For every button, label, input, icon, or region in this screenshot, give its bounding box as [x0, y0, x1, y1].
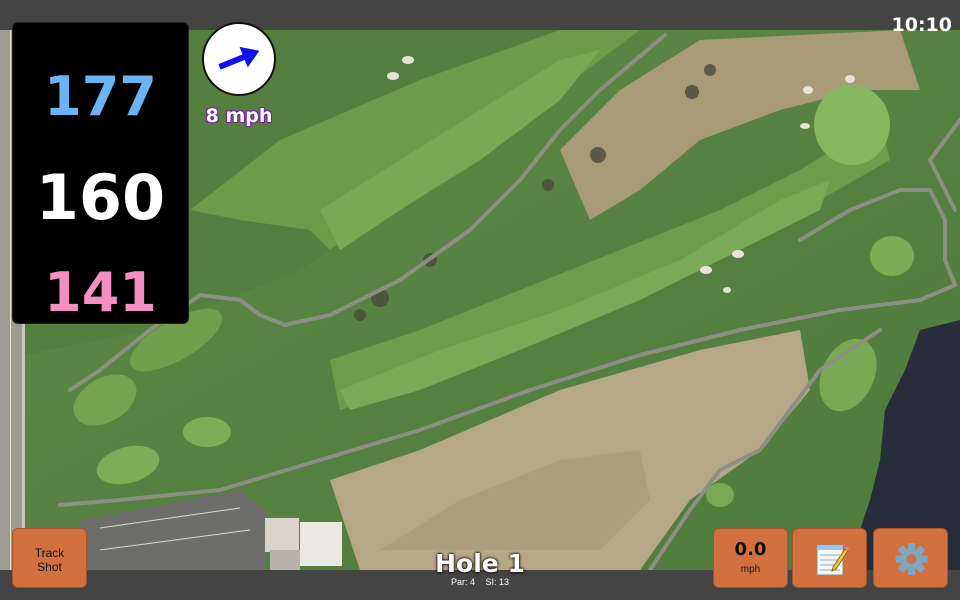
hole-stroke-index: SI: 13	[485, 577, 510, 587]
middle-yardage: 160	[35, 161, 166, 234]
hole-title: Hole 1	[435, 549, 525, 578]
notepad-icon	[816, 544, 849, 576]
yardage-panel: 177 160 141	[12, 22, 189, 324]
hole-info: Par: 4 SI: 13	[380, 577, 580, 587]
settings-button[interactable]	[873, 528, 948, 588]
status-time: 10:10	[891, 14, 952, 36]
notes-button[interactable]	[792, 528, 867, 588]
track-shot-label-line2: Shot	[37, 560, 62, 574]
speed-button[interactable]: 0.0 mph	[713, 528, 788, 588]
back-yardage: 177	[44, 65, 157, 128]
gear-icon	[895, 543, 928, 575]
track-shot-button[interactable]: Track Shot	[12, 528, 87, 588]
speed-unit: mph	[740, 564, 761, 575]
wind-arrow-icon	[218, 46, 260, 70]
front-yardage: 141	[44, 261, 157, 324]
hole-par: Par: 4	[450, 577, 475, 587]
speed-value: 0.0	[734, 539, 767, 560]
wind-speed: 8 mph	[205, 105, 273, 127]
track-shot-label-line1: Track	[34, 546, 65, 560]
wind-indicator	[202, 22, 276, 96]
